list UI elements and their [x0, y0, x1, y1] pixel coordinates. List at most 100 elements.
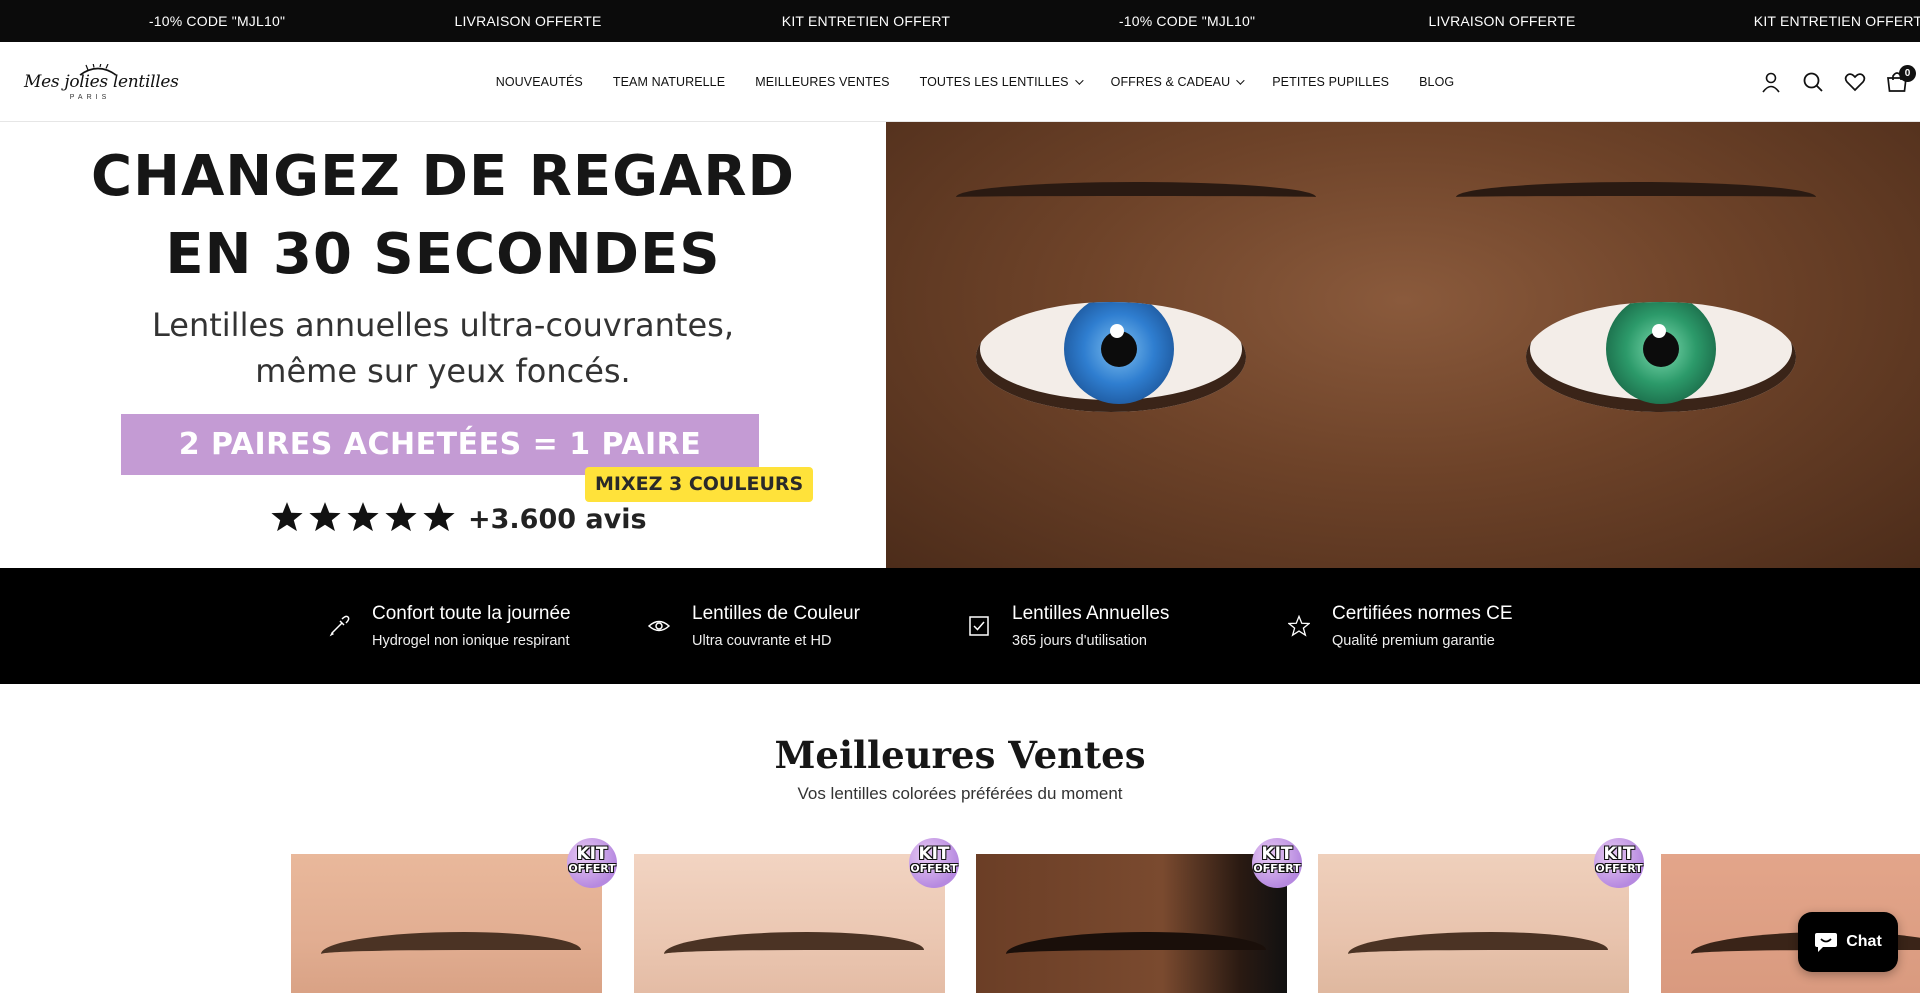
announcement-item: -10% CODE "MJL10": [1118, 13, 1256, 29]
star-icon: [309, 502, 341, 532]
hero-subtitle: même sur yeux foncés.: [255, 352, 631, 390]
feature-subtitle: Ultra couvrante et HD: [692, 633, 832, 649]
feature-title: Lentilles Annuelles: [1012, 603, 1170, 624]
star-icon: [385, 502, 417, 532]
nav-petites-pupilles[interactable]: PETITES PUPILLES: [1272, 75, 1389, 89]
iris-green: [1606, 302, 1716, 404]
feature-title: Confort toute la journée: [372, 603, 571, 624]
section-subtitle: Vos lentilles colorées préférées du mome…: [797, 784, 1123, 803]
product-image-brow: [664, 932, 924, 972]
section-title: Meilleures Ventes: [774, 733, 1146, 777]
nav-label: TEAM NATURELLE: [612, 75, 726, 89]
mix-colors-badge: MIXEZ 3 COULEURS: [585, 467, 814, 502]
feature-subtitle: Qualité premium garantie: [1332, 633, 1495, 649]
kit-offert-badge: KIT OFFERT: [1252, 838, 1302, 888]
eye-icon: [648, 615, 670, 637]
kit-offert-badge: KIT OFFERT: [1594, 838, 1644, 888]
product-image-brow: [1348, 932, 1608, 972]
badge-line: OFFERT: [568, 862, 616, 875]
chevron-down-icon: [1074, 76, 1084, 85]
product-image: [634, 854, 945, 993]
announcement-item: -10% CODE "MJL10": [148, 13, 286, 29]
feature-item: Confort toute la journée Hydrogel non io…: [328, 568, 571, 684]
announcement-item: LIVRAISON OFFERTE: [1428, 13, 1576, 29]
product-card[interactable]: [1318, 854, 1629, 993]
feature-item: Lentilles de Couleur Ultra couvrante et …: [648, 568, 860, 684]
hero-headline: EN 30 SECONDES: [165, 222, 721, 287]
nav-nouveautes[interactable]: NOUVEAUTÉS: [496, 75, 583, 89]
rating-stars: [270, 500, 456, 534]
main-nav: NOUVEAUTÉS TEAM NATURELLE MEILLEURES VEN…: [0, 42, 1920, 122]
hero-text-panel: CHANGEZ DE REGARD EN 30 SECONDES Lentill…: [0, 122, 886, 568]
product-card[interactable]: [634, 854, 945, 993]
nav-offres-cadeau[interactable]: OFFRES & CADEAU: [1110, 75, 1245, 89]
nav-label: BLOG: [1419, 75, 1455, 89]
eyebrow: [956, 182, 1316, 212]
product-card[interactable]: [291, 854, 602, 993]
dropper-icon: [328, 615, 350, 637]
nav-label: MEILLEURES VENTES: [755, 75, 890, 89]
product-image: [976, 854, 1287, 993]
badge-line: KIT: [1261, 844, 1293, 864]
hero-banner[interactable]: CHANGEZ DE REGARD EN 30 SECONDES Lentill…: [0, 122, 1920, 568]
eye-right: [1526, 302, 1796, 412]
cart-count-badge: 0: [1899, 65, 1916, 82]
search-icon[interactable]: [1800, 69, 1826, 95]
chevron-down-icon: [1236, 76, 1245, 85]
checkbox-icon: [968, 615, 990, 637]
chat-bubble-icon: [1815, 933, 1838, 952]
announcement-item: KIT ENTRETIEN OFFERT: [1753, 13, 1920, 29]
feature-title: Lentilles de Couleur: [692, 603, 860, 624]
badge-line: KIT: [576, 844, 608, 864]
product-image: [1318, 854, 1629, 993]
eye-left: [976, 302, 1246, 412]
nav-label: NOUVEAUTÉS: [495, 75, 583, 89]
site-header: Mes jolies lentilles PARIS NOUVEAUTÉS TE…: [0, 42, 1920, 122]
glint: [1652, 324, 1666, 338]
cart-bag-icon[interactable]: 0: [1884, 65, 1916, 95]
star-icon: [271, 502, 303, 532]
nav-label: PETITES PUPILLES: [1272, 75, 1390, 89]
eyebrow: [1456, 182, 1816, 212]
feature-title: Certifiées normes CE: [1332, 603, 1513, 624]
star-icon: [423, 502, 455, 532]
account-icon[interactable]: [1758, 69, 1784, 95]
badge-line: KIT: [1603, 844, 1635, 864]
feature-item: Lentilles Annuelles 365 jours d'utilisat…: [968, 568, 1169, 684]
kit-offert-badge: KIT OFFERT: [567, 838, 617, 888]
announcement-item: LIVRAISON OFFERTE: [454, 13, 602, 29]
star-outline-icon: [1288, 615, 1310, 637]
product-card[interactable]: [976, 854, 1287, 993]
feature-item: Certifiées normes CE Qualité premium gar…: [1288, 568, 1513, 684]
announcement-item: KIT ENTRETIEN OFFERT: [781, 13, 951, 29]
hero-headline: CHANGEZ DE REGARD: [90, 144, 795, 209]
iris-blue: [1064, 302, 1174, 404]
badge-line: OFFERT: [1253, 862, 1301, 875]
chat-label: Chat: [1846, 933, 1882, 950]
features-band: Confort toute la journée Hydrogel non io…: [0, 568, 1920, 684]
nav-team-naturelle[interactable]: TEAM NATURELLE: [613, 75, 725, 89]
nav-label: OFFRES & CADEAU: [1110, 75, 1231, 89]
header-actions: 0: [1758, 42, 1916, 122]
nav-meilleures-ventes[interactable]: MEILLEURES VENTES: [755, 75, 889, 89]
chat-button[interactable]: Chat: [1798, 912, 1898, 972]
badge-line: KIT: [918, 844, 950, 864]
product-image: [291, 854, 602, 993]
star-icon: [347, 502, 379, 532]
feature-subtitle: Hydrogel non ionique respirant: [372, 633, 570, 649]
nav-toutes-les-lentilles[interactable]: TOUTES LES LENTILLES: [919, 75, 1084, 89]
nav-blog[interactable]: BLOG: [1419, 75, 1454, 89]
badge-line: OFFERT: [910, 862, 958, 875]
product-image-brow: [321, 932, 581, 972]
hero-subtitle: Lentilles annuelles ultra-couvrantes,: [152, 306, 734, 344]
wishlist-heart-icon[interactable]: [1842, 69, 1868, 95]
reviews-count: +3.600 avis: [468, 504, 647, 535]
kit-offert-badge: KIT OFFERT: [909, 838, 959, 888]
product-image-brow: [1006, 932, 1266, 972]
promo-banner: 2 PAIRES ACHETÉES = 1 PAIRE OFFERTE: [121, 414, 759, 523]
announcement-bar: -10% CODE "MJL10" LIVRAISON OFFERTE KIT …: [0, 0, 1920, 42]
hero-eyes-image: [886, 122, 1920, 568]
nav-label: TOUTES LES LENTILLES: [919, 75, 1069, 89]
badge-line: OFFERT: [1595, 862, 1643, 875]
glint: [1110, 324, 1124, 338]
